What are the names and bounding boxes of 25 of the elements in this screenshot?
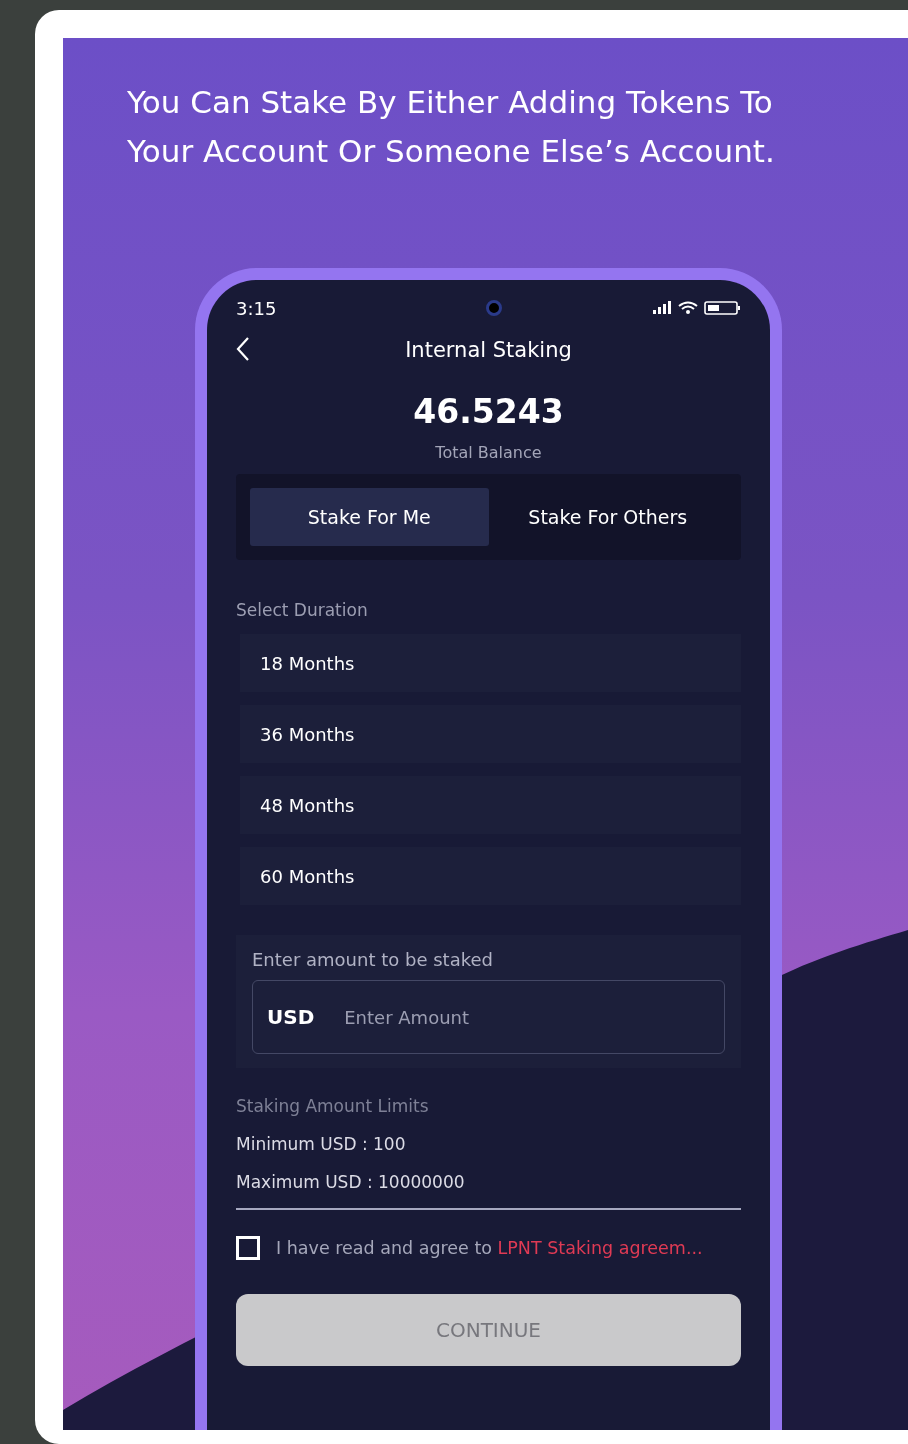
amount-input[interactable]: Enter Amount — [342, 1005, 724, 1029]
camera-icon — [486, 300, 503, 316]
wifi-icon — [678, 300, 698, 316]
agreement-link[interactable]: LPNT Staking agreem... — [497, 1238, 703, 1258]
balance-amount: 46.5243 — [412, 392, 565, 431]
battery-icon — [704, 300, 741, 316]
field-label: Enter amount to be staked — [252, 949, 494, 970]
headline: You Can Stake By Either Adding Tokens To Your Account Or Someone Else’s Account. — [127, 83, 776, 171]
duration-option[interactable]: 60 Months — [240, 847, 741, 905]
duration-option[interactable]: 48 Months — [240, 776, 741, 834]
maximum-limit: Maximum USD : 10000000 — [236, 1172, 466, 1192]
screen-title: Internal Staking — [405, 338, 572, 362]
stake-tab[interactable]: Stake For Others — [488, 488, 727, 546]
duration-option[interactable]: 36 Months — [240, 705, 741, 763]
limits-title: Staking Amount Limits — [236, 1096, 430, 1116]
agreement-text: I have read and agree to LPNT Staking agreem... — [276, 1238, 703, 1258]
agree-checkbox[interactable] — [236, 1236, 260, 1260]
section-label: Select Duration — [236, 600, 369, 620]
minimum-limit: Minimum USD : 100 — [236, 1134, 407, 1154]
signal-icon — [652, 300, 672, 316]
amount-field[interactable]: USD Enter Amount — [252, 980, 725, 1054]
duration-option[interactable]: 18 Months — [240, 634, 741, 692]
status-time: 3:15 — [236, 297, 277, 319]
stake-tab[interactable]: Stake For Me — [250, 488, 489, 546]
balance-label: Total Balance — [434, 443, 543, 462]
